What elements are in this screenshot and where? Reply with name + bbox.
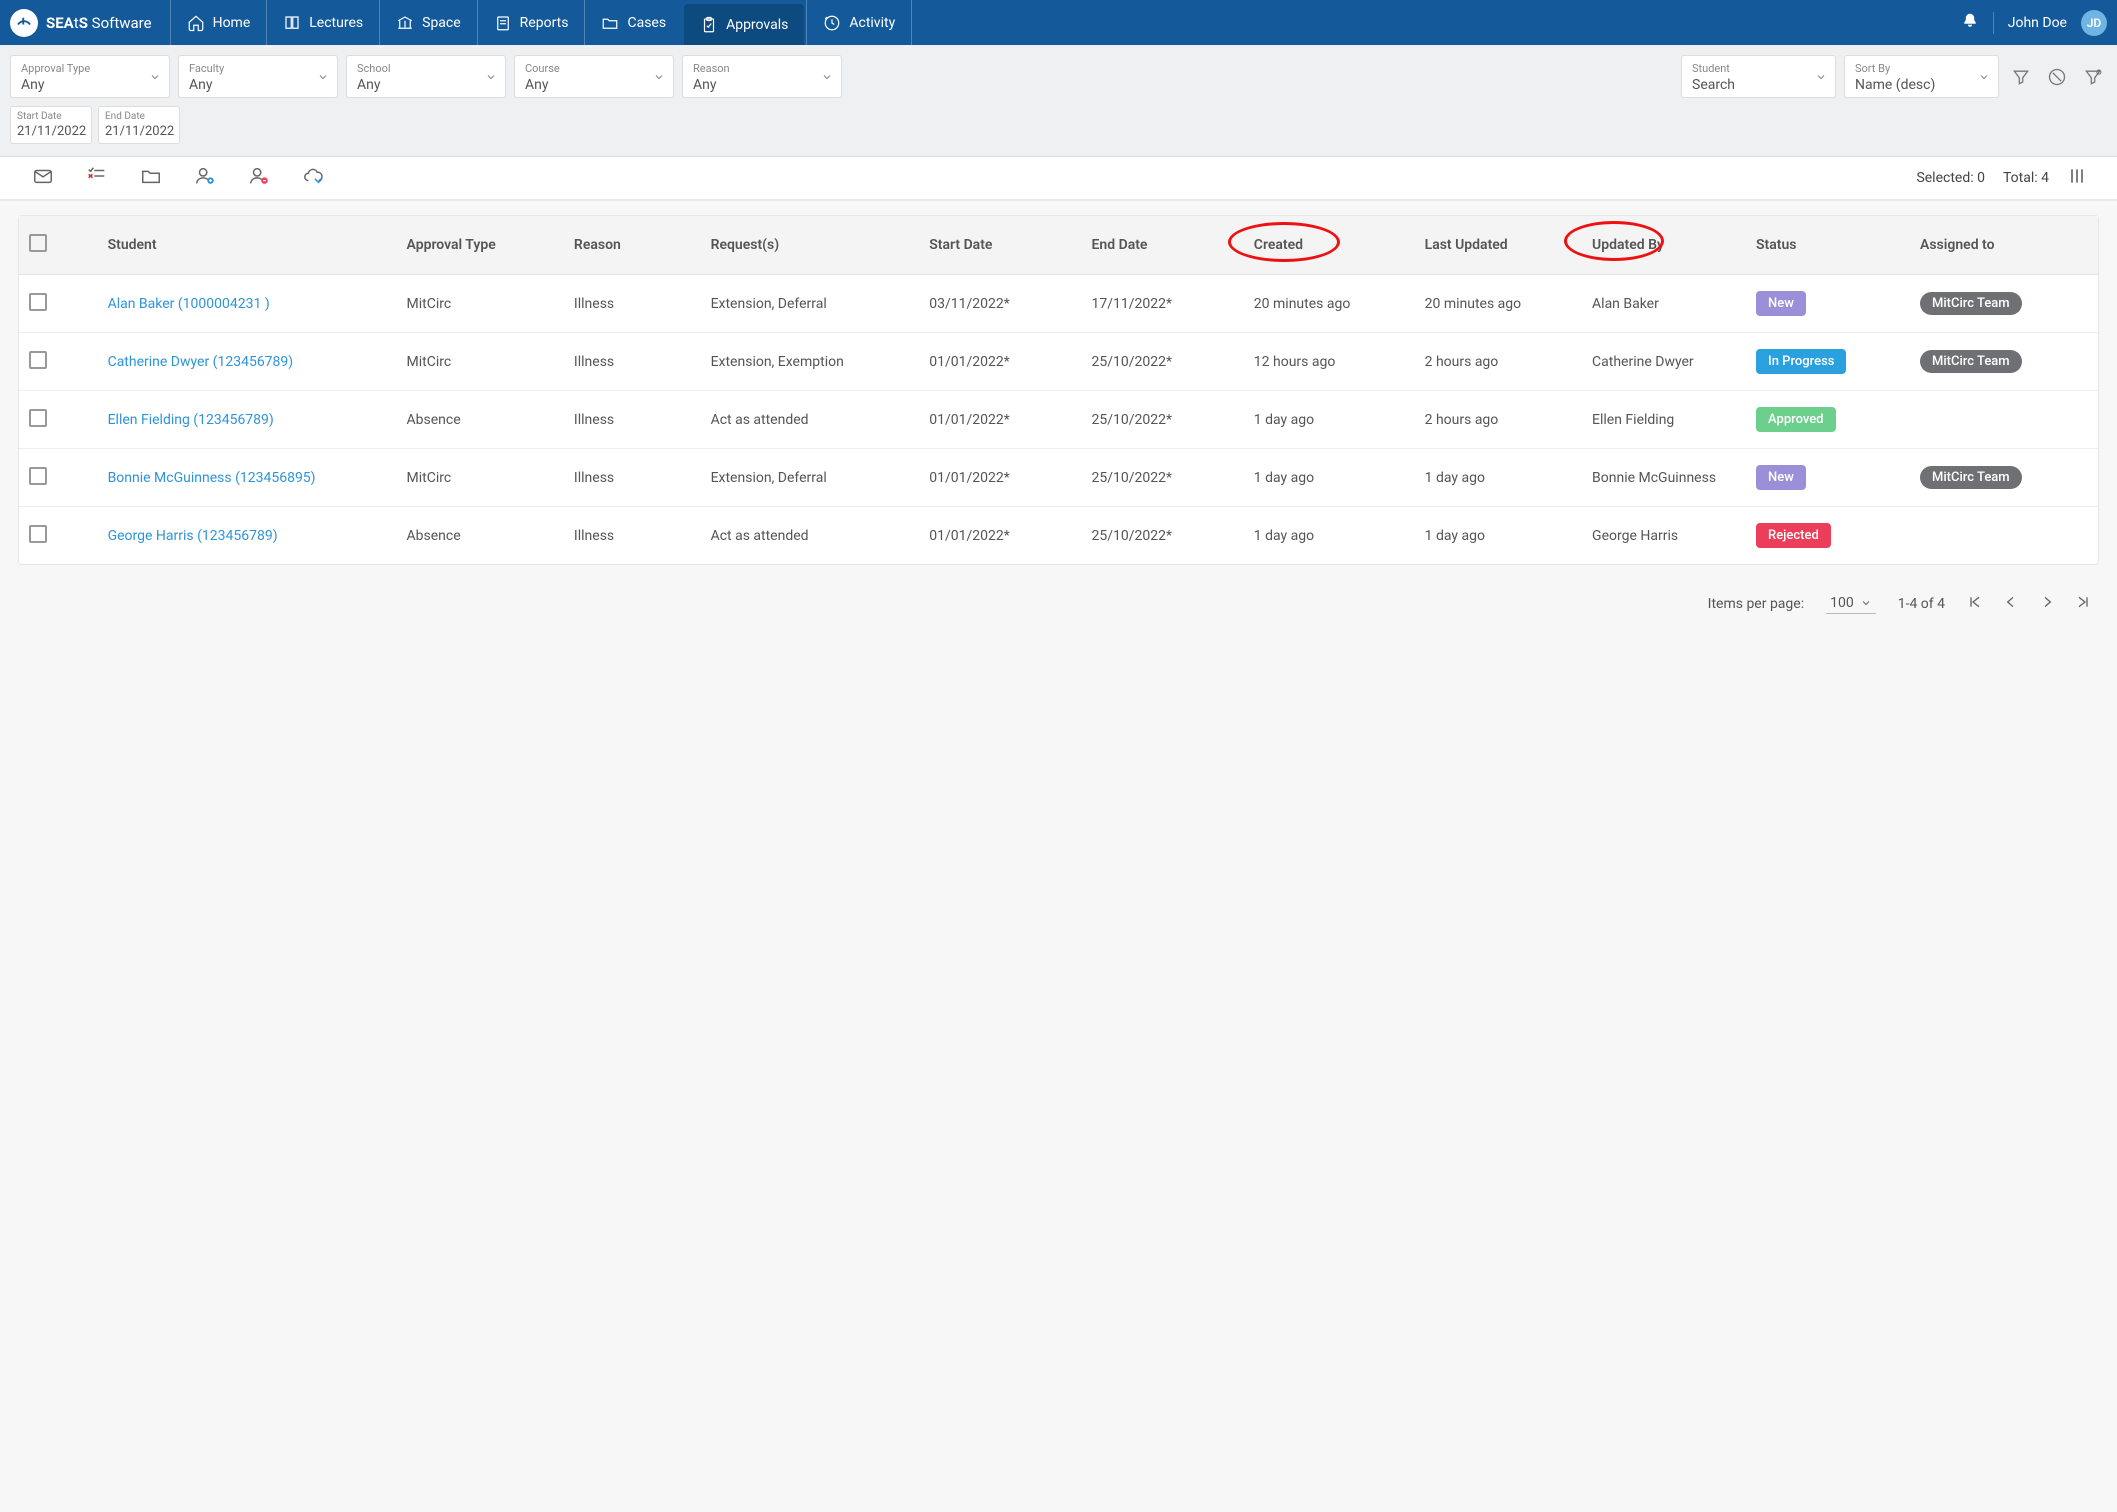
col-created[interactable]: Created xyxy=(1244,216,1415,275)
pagination: Items per page: 100 1-4 of 4 xyxy=(0,579,2117,634)
folder-icon[interactable] xyxy=(138,165,164,191)
clock-icon xyxy=(823,14,841,32)
filter-icon[interactable] xyxy=(2007,63,2035,91)
chevron-down-icon xyxy=(821,71,833,83)
assigned-chip: MitCirc Team xyxy=(1920,350,2022,373)
brand: SEAtS Software xyxy=(10,9,170,37)
page-range: 1-4 of 4 xyxy=(1898,596,1945,612)
mail-icon[interactable] xyxy=(30,165,56,191)
col-reason[interactable]: Reason xyxy=(564,216,701,275)
chevron-down-icon xyxy=(485,71,497,83)
filter-faculty[interactable]: FacultyAny xyxy=(178,55,338,98)
filter-start-date[interactable]: Start Date 21/11/2022 xyxy=(10,106,92,144)
total-count: Total: 4 xyxy=(2003,170,2049,186)
row-checkbox[interactable] xyxy=(29,467,47,485)
col-student[interactable]: Student xyxy=(98,216,397,275)
report-icon xyxy=(494,14,512,32)
bell-icon[interactable] xyxy=(1961,12,1979,34)
student-link[interactable]: Ellen Fielding (123456789) xyxy=(108,412,274,428)
row-checkbox[interactable] xyxy=(29,525,47,543)
status-badge: New xyxy=(1756,291,1806,316)
nav-approvals[interactable]: Approvals xyxy=(684,4,804,45)
col-assigned-to[interactable]: Assigned to xyxy=(1910,216,2098,275)
selected-count: Selected: 0 xyxy=(1916,170,1985,186)
row-checkbox[interactable] xyxy=(29,293,47,311)
bank-icon xyxy=(396,14,414,32)
approvals-table-panel: Student Approval Type Reason Request(s) … xyxy=(18,215,2099,565)
folder-icon xyxy=(601,14,619,32)
items-per-page-select[interactable]: 100 xyxy=(1826,593,1876,614)
col-end-date[interactable]: End Date xyxy=(1082,216,1244,275)
nav-home[interactable]: Home xyxy=(170,0,267,45)
chevron-down-icon xyxy=(317,71,329,83)
filter-settings-icon[interactable] xyxy=(2079,63,2107,91)
status-badge: In Progress xyxy=(1756,349,1846,374)
nav-space[interactable]: Space xyxy=(379,0,477,45)
chevron-down-icon xyxy=(149,71,161,83)
col-start-date[interactable]: Start Date xyxy=(919,216,1081,275)
user-avatar[interactable]: JD xyxy=(2081,10,2107,36)
items-per-page-label: Items per page: xyxy=(1708,596,1804,612)
topbar: SEAtS Software HomeLecturesSpaceReportsC… xyxy=(0,0,2117,45)
select-all-checkbox[interactable] xyxy=(29,234,47,252)
filter-student-search[interactable]: Student Search xyxy=(1681,55,1836,98)
table-row[interactable]: Alan Baker (1000004231 )MitCircIllnessEx… xyxy=(19,275,2098,333)
col-requests[interactable]: Request(s) xyxy=(701,216,920,275)
status-badge: New xyxy=(1756,465,1806,490)
page-prev-icon[interactable] xyxy=(2003,594,2019,614)
table-row[interactable]: Bonnie McGuinness (123456895)MitCircIlln… xyxy=(19,449,2098,507)
home-icon xyxy=(187,14,205,32)
nav-cases[interactable]: Cases xyxy=(584,0,682,45)
filter-end-date[interactable]: End Date 21/11/2022 xyxy=(98,106,180,144)
table-row[interactable]: Catherine Dwyer (123456789)MitCircIllnes… xyxy=(19,333,2098,391)
page-first-icon[interactable] xyxy=(1967,594,1983,614)
student-link[interactable]: Catherine Dwyer (123456789) xyxy=(108,354,294,370)
nav-reports[interactable]: Reports xyxy=(477,0,585,45)
approvals-table: Student Approval Type Reason Request(s) … xyxy=(19,216,2098,564)
col-last-updated[interactable]: Last Updated xyxy=(1415,216,1582,275)
user-remove-icon[interactable] xyxy=(246,165,272,191)
page-next-icon[interactable] xyxy=(2039,594,2055,614)
action-toolbar: Selected: 0 Total: 4 xyxy=(0,157,2117,201)
checklist-icon[interactable] xyxy=(84,165,110,191)
row-checkbox[interactable] xyxy=(29,351,47,369)
filter-approval-type[interactable]: Approval TypeAny xyxy=(10,55,170,98)
chevron-down-icon xyxy=(653,71,665,83)
col-updated-by[interactable]: Updated By xyxy=(1582,216,1746,275)
brand-name: SEAtS Software xyxy=(46,14,152,32)
filter-bar: Approval TypeAnyFacultyAnySchoolAnyCours… xyxy=(0,45,2117,157)
main-nav: HomeLecturesSpaceReportsCasesApprovalsAc… xyxy=(170,0,913,45)
col-approval-type[interactable]: Approval Type xyxy=(397,216,564,275)
filter-sort-by[interactable]: Sort By Name (desc) xyxy=(1844,55,1999,98)
assigned-chip: MitCirc Team xyxy=(1920,292,2022,315)
nav-lectures[interactable]: Lectures xyxy=(266,0,379,45)
brand-logo xyxy=(10,9,38,37)
table-row[interactable]: George Harris (123456789)AbsenceIllnessA… xyxy=(19,507,2098,565)
status-badge: Approved xyxy=(1756,407,1836,432)
user-add-icon[interactable] xyxy=(192,165,218,191)
student-link[interactable]: George Harris (123456789) xyxy=(108,528,278,544)
col-status[interactable]: Status xyxy=(1746,216,1910,275)
student-link[interactable]: Alan Baker (1000004231 ) xyxy=(108,296,270,312)
status-badge: Rejected xyxy=(1756,523,1831,548)
page-last-icon[interactable] xyxy=(2075,594,2091,614)
student-link[interactable]: Bonnie McGuinness (123456895) xyxy=(108,470,316,486)
table-row[interactable]: Ellen Fielding (123456789)AbsenceIllness… xyxy=(19,391,2098,449)
clipboard-icon xyxy=(700,16,718,34)
user-name[interactable]: John Doe xyxy=(2008,15,2067,31)
row-checkbox[interactable] xyxy=(29,409,47,427)
columns-icon[interactable] xyxy=(2067,166,2087,190)
filter-school[interactable]: SchoolAny xyxy=(346,55,506,98)
nav-activity[interactable]: Activity xyxy=(806,0,912,45)
cloud-sync-icon[interactable] xyxy=(300,165,326,191)
filter-reason[interactable]: ReasonAny xyxy=(682,55,842,98)
assigned-chip: MitCirc Team xyxy=(1920,466,2022,489)
clear-icon[interactable] xyxy=(2043,63,2071,91)
book-icon xyxy=(283,14,301,32)
filter-course[interactable]: CourseAny xyxy=(514,55,674,98)
